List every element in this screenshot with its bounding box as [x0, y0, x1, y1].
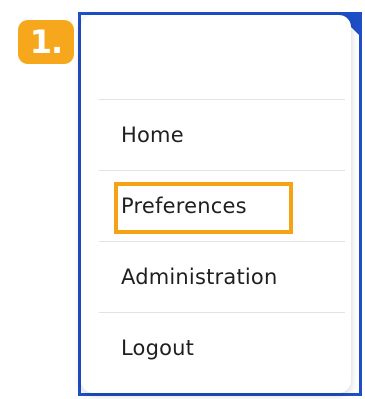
menu-item-home[interactable]: Home: [99, 100, 345, 170]
menu-item-label: Logout: [121, 336, 195, 360]
menu-list: Home Preferences Administration Logout: [99, 99, 345, 383]
menu-item-logout[interactable]: Logout: [99, 313, 345, 383]
menu-item-administration[interactable]: Administration: [99, 242, 345, 312]
menu-item-label: Administration: [121, 265, 278, 289]
menu-item-preferences[interactable]: Preferences: [99, 171, 345, 241]
menu-item-label: Home: [121, 123, 184, 147]
step-number-badge: 1.: [18, 20, 74, 64]
menu-item-label: Preferences: [121, 194, 247, 218]
dropdown-menu: Home Preferences Administration Logout: [81, 15, 351, 393]
screenshot-stage: Home Preferences Administration Logout 1…: [0, 0, 365, 399]
